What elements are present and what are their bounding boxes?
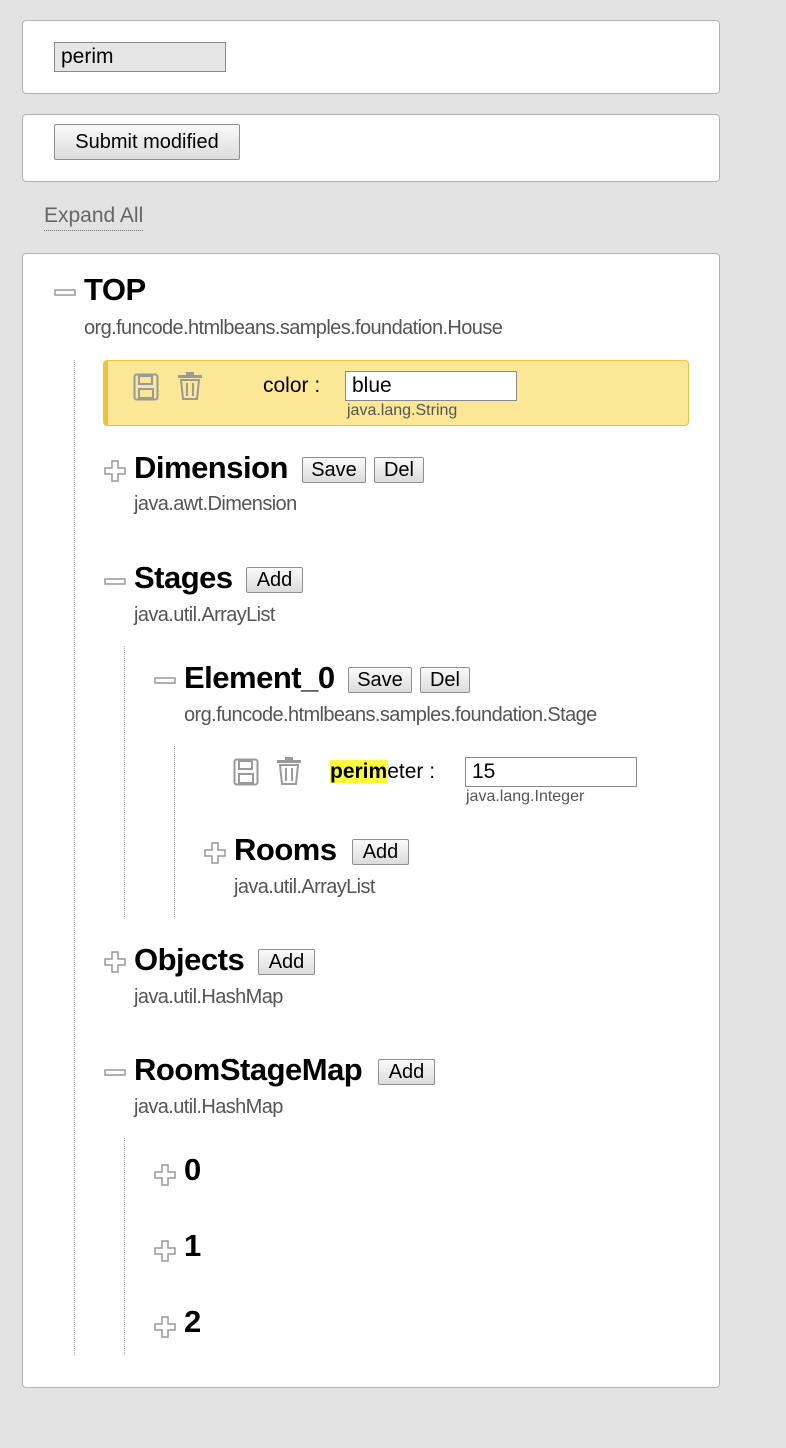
trash-icon[interactable] [275,756,303,786]
dimension-save-button[interactable]: Save [302,457,366,483]
floppy-disk-icon[interactable] [233,758,259,786]
element0-node-title: Element_0 [184,660,335,695]
perimeter-value-input[interactable] [465,757,637,787]
color-property-label: color : [263,374,321,397]
objects-node-type: java.util.HashMap [134,986,283,1008]
key0-expand-icon[interactable] [154,1164,176,1186]
objects-node-title: Objects [134,942,245,977]
perimeter-label-rest: eter : [387,760,436,783]
map-key-0-title: 0 [184,1152,201,1187]
roomstagemap-add-button[interactable]: Add [378,1059,435,1085]
floppy-disk-icon[interactable] [133,373,159,401]
rooms-expand-icon[interactable] [204,842,226,864]
element0-collapse-icon[interactable] [154,669,176,691]
dimension-del-button[interactable]: Del [374,457,424,483]
roomstagemap-node-title: RoomStageMap [134,1052,363,1087]
roomstagemap-node-type: java.util.HashMap [134,1096,283,1118]
key2-expand-icon[interactable] [154,1316,176,1338]
tree-guide-line [74,360,75,1355]
objects-add-button[interactable]: Add [258,949,315,975]
rooms-node-title: Rooms [234,832,337,867]
color-property-row: color : java.lang.String [103,360,689,426]
top-node-type: org.funcode.htmlbeans.samples.foundation… [84,317,503,339]
stages-guide-line [124,646,125,917]
roomstagemap-guide-line [124,1138,125,1355]
tree-panel: TOP org.funcode.htmlbeans.samples.founda… [22,253,720,1388]
search-match-highlight: perim [330,760,388,783]
stages-node-type: java.util.ArrayList [134,604,275,626]
element0-del-button[interactable]: Del [420,667,470,693]
rooms-add-button[interactable]: Add [352,839,409,865]
dimension-node-type: java.awt.Dimension [134,493,297,515]
search-input[interactable] [54,42,226,72]
submit-modified-button[interactable]: Submit modified [54,124,240,160]
element0-save-button[interactable]: Save [348,667,412,693]
perimeter-property-label: perimeter : [330,760,435,784]
stages-add-button[interactable]: Add [246,567,303,593]
color-value-input[interactable] [345,371,517,401]
element0-guide-line [174,746,175,917]
top-node-title: TOP [84,272,146,307]
perimeter-property-type: java.lang.Integer [466,788,585,805]
dimension-node-title: Dimension [134,450,288,485]
stages-node-title: Stages [134,560,233,595]
color-property-type: java.lang.String [347,402,458,419]
roomstagemap-collapse-icon[interactable] [104,1061,126,1083]
trash-icon[interactable] [176,371,204,401]
rooms-node-type: java.util.ArrayList [234,876,375,898]
map-key-1-title: 1 [184,1228,201,1263]
key1-expand-icon[interactable] [154,1240,176,1262]
stages-collapse-icon[interactable] [104,570,126,592]
element0-node-type: org.funcode.htmlbeans.samples.foundation… [184,704,597,726]
map-key-2-title: 2 [184,1304,201,1339]
submit-panel: Submit modified [22,114,720,182]
objects-expand-icon[interactable] [104,951,126,973]
dimension-expand-icon[interactable] [104,460,126,482]
expand-all-link[interactable]: Expand All [44,203,144,231]
search-panel [22,20,720,94]
top-collapse-icon[interactable] [54,281,76,303]
